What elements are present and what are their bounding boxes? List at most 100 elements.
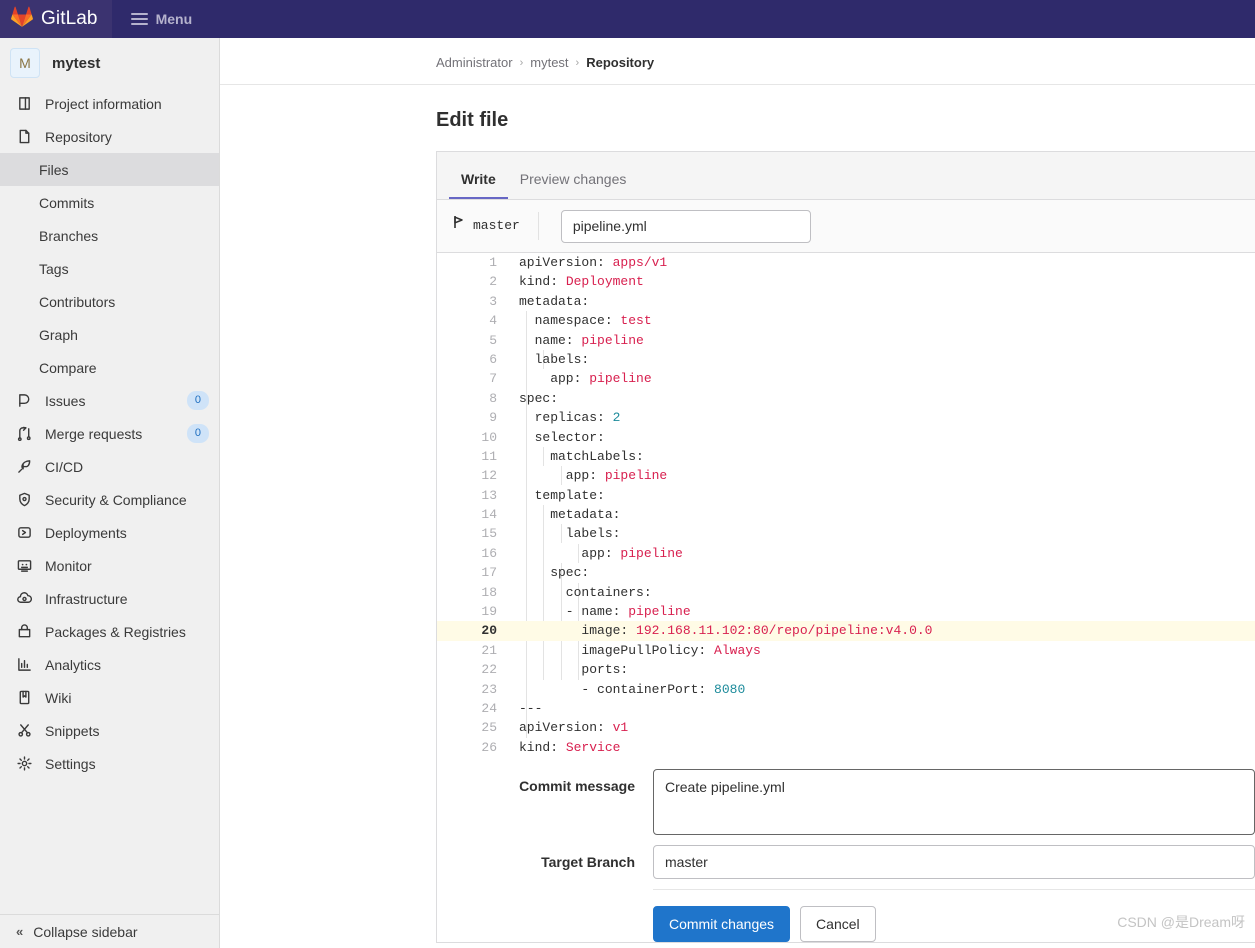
sidebar-item-issues[interactable]: Issues 0	[0, 384, 219, 417]
code-token: image:	[519, 623, 637, 639]
code-token: kind:	[519, 739, 566, 753]
code-token: pipeline	[581, 332, 644, 348]
sidebar-item-ci-cd[interactable]: CI/CD	[0, 450, 219, 483]
line-number: 24	[481, 700, 497, 716]
commit-message-input[interactable]	[653, 769, 1255, 835]
target-branch-label: Target Branch	[541, 854, 635, 870]
file-path-bar: master	[437, 200, 1255, 253]
code-line: 7 app: pipeline	[437, 369, 1255, 388]
shield-icon	[16, 491, 33, 508]
sidebar-item-snippets[interactable]: Snippets	[0, 714, 219, 747]
sidebar-item-label: Files	[39, 161, 69, 178]
code-token: imagePullPolicy:	[519, 642, 715, 658]
sidebar-item-settings[interactable]: Settings	[0, 747, 219, 780]
sidebar-item-label: Commits	[39, 194, 95, 211]
code-line: 1 apiVersion: apps/v1	[437, 253, 1255, 272]
code-token: 192.168.11.102:80/repo/pipeline:v4.0.0	[636, 623, 933, 639]
sidebar-item-infrastructure[interactable]: Infrastructure	[0, 582, 219, 615]
line-number: 23	[481, 681, 497, 697]
line-content: metadata:	[507, 505, 1255, 524]
code-token: - name:	[519, 604, 629, 620]
breadcrumb-item-administrator[interactable]: Administrator	[436, 55, 513, 70]
code-line: 5 name: pipeline	[437, 331, 1255, 350]
code-token: apiVersion:	[519, 720, 613, 736]
code-token: apiVersion:	[519, 255, 613, 270]
sidebar-item-analytics[interactable]: Analytics	[0, 648, 219, 681]
line-number: 13	[481, 487, 497, 503]
sidebar-item-packages-registries[interactable]: Packages & Registries	[0, 615, 219, 648]
code-line: 25 apiVersion: v1	[437, 718, 1255, 737]
line-number: 8	[489, 390, 497, 406]
code-token: matchLabels:	[519, 448, 644, 464]
sidebar-item-label: Merge requests	[45, 425, 143, 442]
project-name-label: mytest	[52, 54, 101, 72]
sidebar-item-wiki[interactable]: Wiki	[0, 681, 219, 714]
sidebar-item-graph[interactable]: Graph	[0, 318, 219, 351]
sidebar-item-deployments[interactable]: Deployments	[0, 516, 219, 549]
gitlab-home-link[interactable]: GitLab	[0, 0, 112, 38]
code-line: 26 kind: Service	[437, 738, 1255, 753]
gitlab-brand-label: GitLab	[41, 8, 98, 29]
code-token: metadata:	[519, 507, 621, 523]
file-name-input[interactable]	[560, 209, 811, 243]
line-content: selector:	[507, 428, 1255, 447]
code-token: namespace:	[519, 313, 621, 329]
breadcrumb-item-mytest[interactable]: mytest	[530, 55, 568, 70]
sidebar-item-commits[interactable]: Commits	[0, 186, 219, 219]
code-line: 11 matchLabels:	[437, 447, 1255, 466]
line-number: 5	[489, 332, 497, 348]
rocket-icon	[16, 458, 33, 475]
sidebar-item-repository[interactable]: Repository	[0, 120, 219, 153]
target-branch-input[interactable]	[653, 845, 1255, 879]
sidebar-item-project-information[interactable]: Project information	[0, 87, 219, 120]
line-content: app: pipeline	[507, 466, 1255, 485]
target-branch-row: Target Branch	[437, 845, 1255, 879]
sidebar-item-label: Repository	[45, 128, 112, 145]
main-menu-button[interactable]: Menu	[130, 11, 193, 27]
code-token: v1	[612, 720, 629, 736]
sidebar-item-compare[interactable]: Compare	[0, 351, 219, 384]
line-number: 22	[481, 662, 497, 678]
sidebar-item-files[interactable]: Files	[0, 153, 219, 186]
code-line: 20 image: 192.168.11.102:80/repo/pipelin…	[437, 621, 1255, 641]
commit-changes-button[interactable]: Commit changes	[653, 906, 791, 943]
breadcrumb-item-repository[interactable]: Repository	[586, 55, 654, 70]
line-number: 7	[489, 371, 497, 387]
breadcrumb-separator-icon: ›	[519, 56, 524, 69]
sidebar-item-contributors[interactable]: Contributors	[0, 285, 219, 318]
sidebar-item-monitor[interactable]: Monitor	[0, 549, 219, 582]
code-token: pipeline	[620, 545, 683, 561]
tab-write[interactable]: Write	[449, 172, 508, 199]
breadcrumb: Administrator › mytest › Repository	[220, 38, 1255, 85]
sidebar-item-merge-requests[interactable]: Merge requests 0	[0, 417, 219, 450]
sidebar-item-security-compliance[interactable]: Security & Compliance	[0, 483, 219, 516]
branch-name-label: master	[473, 218, 520, 233]
main-content: Administrator › mytest › Repository Edit…	[220, 38, 1255, 948]
sidebar-item-tags[interactable]: Tags	[0, 252, 219, 285]
line-content: app: pipeline	[507, 544, 1255, 563]
code-token: name:	[519, 332, 582, 348]
tab-preview-changes[interactable]: Preview changes	[508, 172, 639, 199]
line-content: labels:	[507, 350, 1255, 369]
code-editor[interactable]: 1 apiVersion: apps/v1 2 kind: Deployment 3 me…	[437, 253, 1255, 753]
sidebar-item-label: Monitor	[45, 557, 92, 574]
collapse-sidebar-button[interactable]: « Collapse sidebar	[0, 914, 219, 948]
sidebar-item-label: Project information	[45, 95, 162, 112]
collapse-sidebar-label: Collapse sidebar	[33, 923, 138, 940]
cancel-button[interactable]: Cancel	[800, 906, 876, 943]
line-number: 2	[489, 274, 497, 290]
line-number: 21	[481, 642, 497, 658]
line-content: replicas: 2	[507, 408, 1255, 427]
code-token: ports:	[519, 662, 629, 678]
line-content: template:	[507, 486, 1255, 505]
code-line: 8 spec:	[437, 389, 1255, 408]
sidebar-item-branches[interactable]: Branches	[0, 219, 219, 252]
line-content: labels:	[507, 524, 1255, 543]
line-content: ports:	[507, 660, 1255, 679]
code-token: test	[620, 313, 652, 329]
code-line: 14 metadata:	[437, 505, 1255, 524]
code-line: 6 labels:	[437, 350, 1255, 369]
project-header-link[interactable]: M mytest	[0, 38, 219, 87]
menu-button-label: Menu	[155, 11, 193, 27]
code-token: 8080	[714, 681, 746, 697]
